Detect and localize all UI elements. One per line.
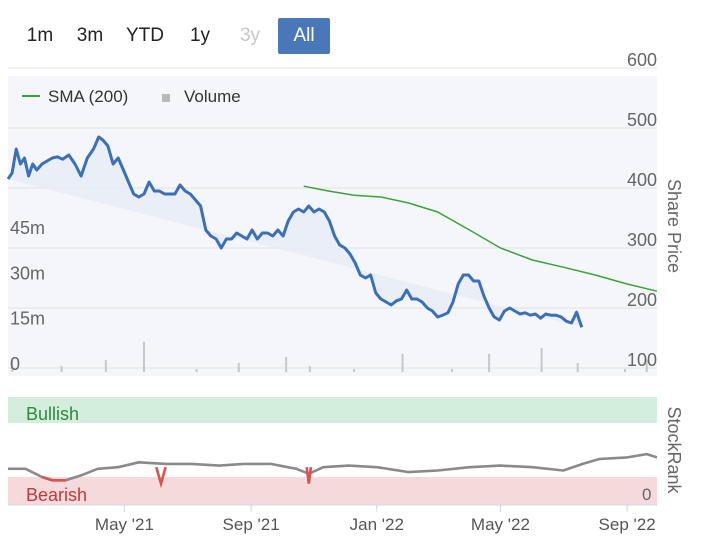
volume-bar [450, 368, 453, 372]
volume-tick-label: 15m [10, 309, 45, 329]
stockrank-axis-zero: 0 [642, 485, 651, 504]
legend-volume-label: Volume [184, 87, 241, 106]
stockrank-line [8, 452, 658, 482]
price-tick-label: 200 [627, 290, 657, 310]
x-tick-label: May '21 [95, 515, 154, 534]
price-tick-label: 600 [627, 50, 657, 70]
volume-bar [104, 359, 107, 372]
bearish-label: Bearish [26, 485, 87, 505]
volume-bar [401, 353, 404, 372]
x-tick-label: May '22 [471, 515, 530, 534]
bearish-band [8, 477, 657, 505]
x-tick-label: Sep '21 [223, 515, 280, 534]
volume-bar [308, 365, 311, 372]
volume-bar [540, 347, 543, 372]
bullish-label: Bullish [26, 404, 79, 424]
legend-sma-label: SMA (200) [48, 87, 128, 106]
price-tick-label: 300 [627, 230, 657, 250]
volume-bar [624, 368, 627, 372]
volume-tick-label: 0 [10, 354, 20, 374]
stockrank-bearish-segment [305, 467, 313, 484]
price-axis-title: Share Price [664, 179, 684, 273]
price-tick-label: 400 [627, 170, 657, 190]
legend-volume-swatch [162, 94, 170, 102]
volume-tick-label: 45m [10, 218, 45, 238]
x-axis: May '21 Sep '21 Jan '22 May '22 Sep '22 [95, 505, 656, 534]
volume-bar [195, 368, 198, 372]
volume-bar [576, 362, 579, 372]
volume-bar [285, 356, 288, 372]
volume-bar [237, 362, 240, 372]
price-chart: 600500400300200100 45m30m15m0 SMA (200) … [6, 50, 684, 534]
bullish-band [8, 397, 657, 423]
x-tick-label: Jan '22 [350, 515, 404, 534]
price-tick-label: 500 [627, 110, 657, 130]
price-tick-label: 100 [627, 350, 657, 370]
volume-bar [488, 353, 491, 372]
volume-bar [142, 341, 145, 372]
x-tick-label: Sep '22 [599, 515, 656, 534]
volume-bar [60, 365, 63, 372]
volume-tick-label: 30m [10, 263, 45, 283]
stockrank-axis-title: StockRank [664, 406, 684, 494]
volume-bar [353, 368, 356, 372]
